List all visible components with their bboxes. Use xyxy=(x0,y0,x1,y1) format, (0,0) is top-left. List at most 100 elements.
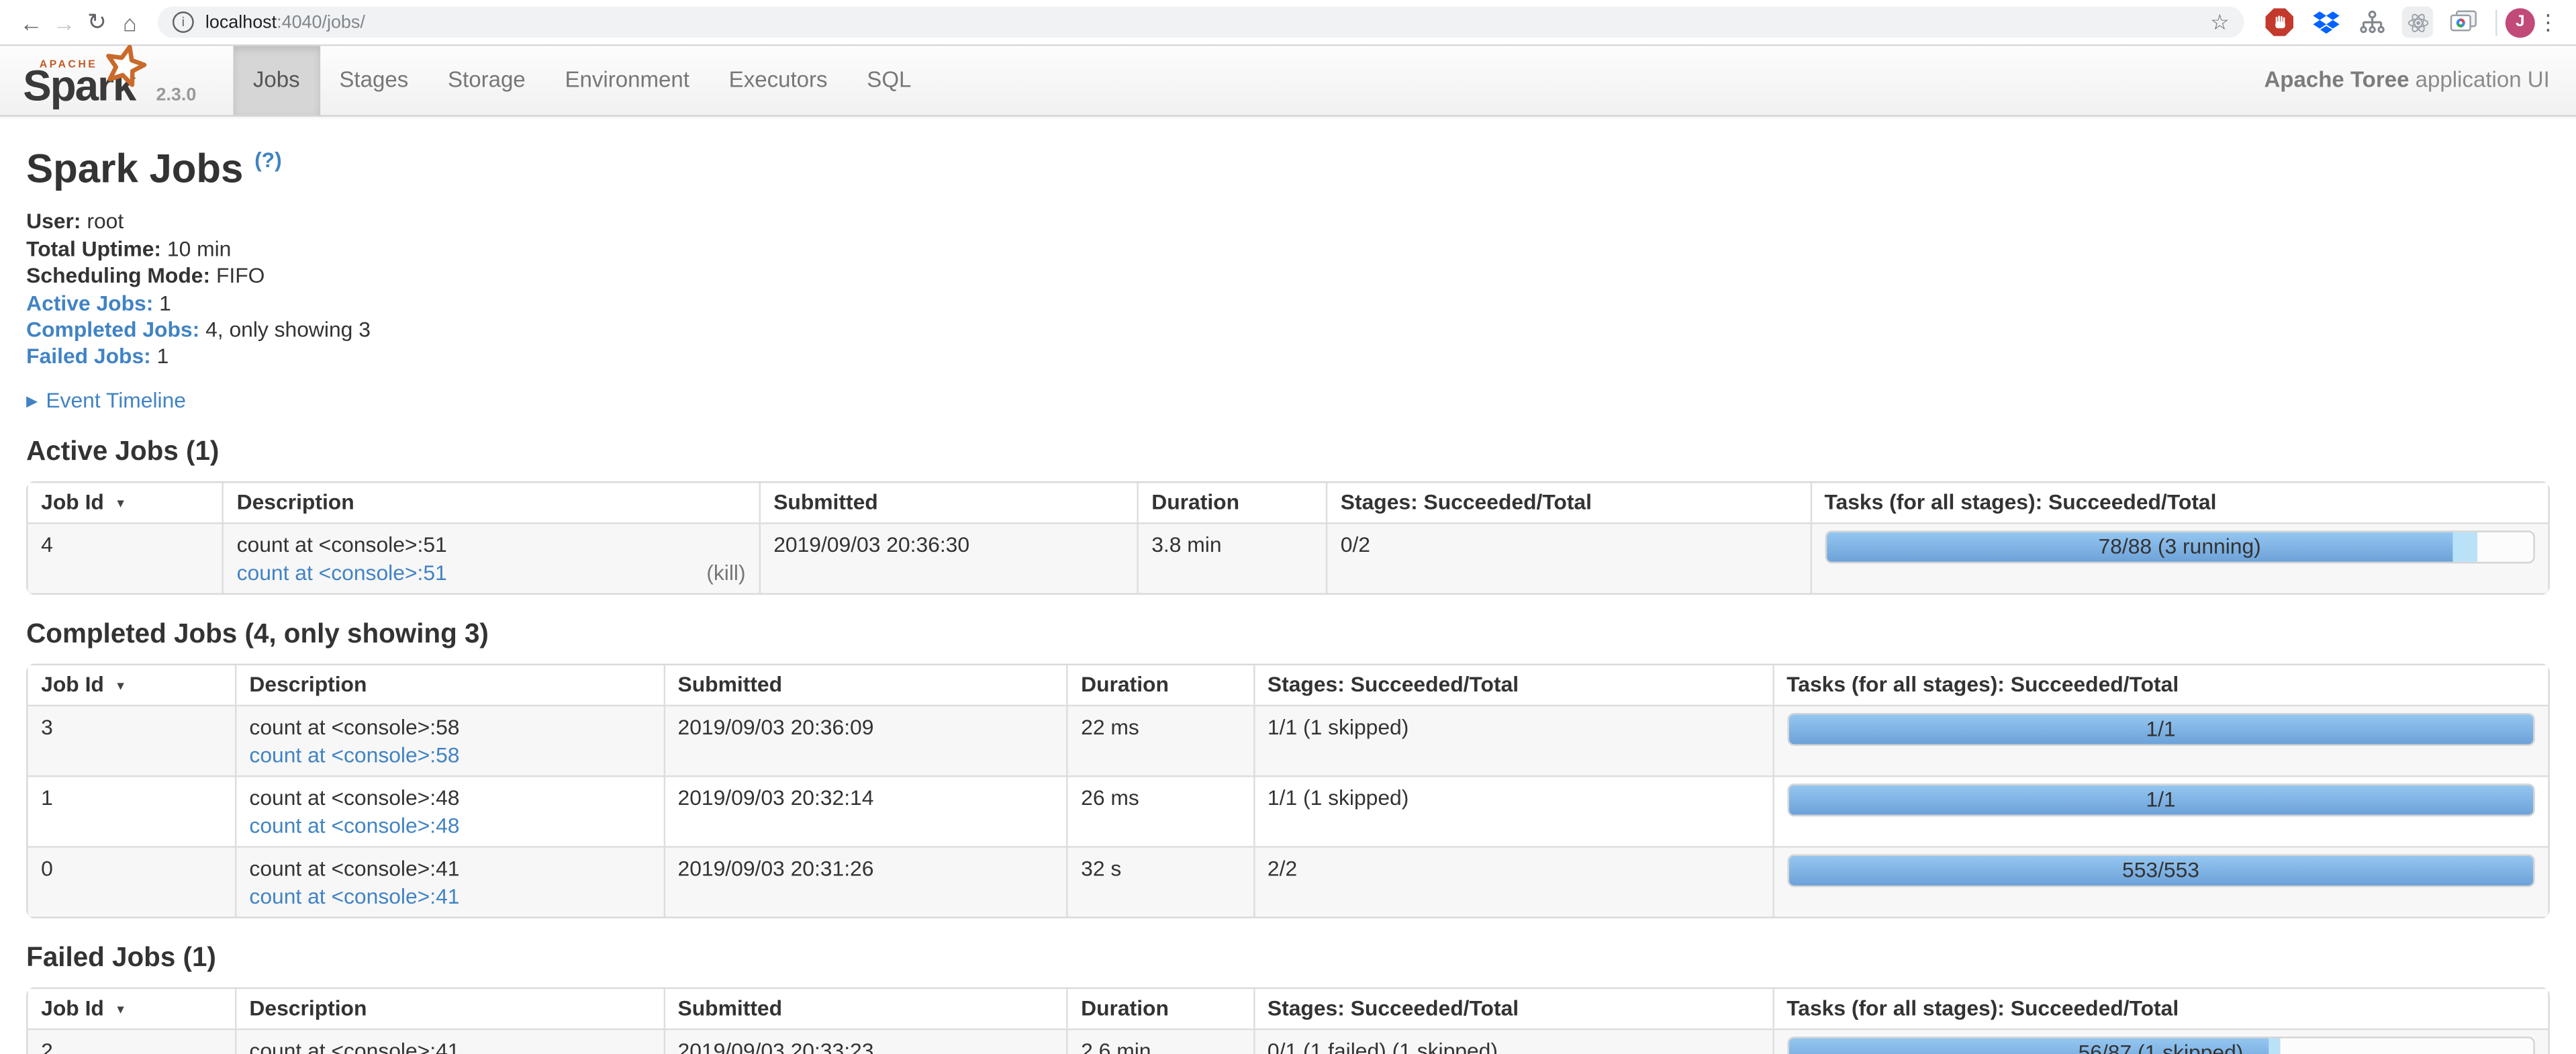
column-header-description[interactable]: Description xyxy=(234,989,663,1028)
active-jobs-link[interactable]: Active Jobs: xyxy=(26,290,153,315)
browser-menu-icon[interactable]: ⋮ xyxy=(2535,9,2561,35)
column-header-tasks[interactable]: Tasks (for all stages): Succeeded/Total xyxy=(1772,989,2548,1028)
cell-submitted: 2019/09/03 20:36:30 xyxy=(759,522,1137,593)
sort-arrow-icon: ▾ xyxy=(117,494,124,510)
tab-jobs-label[interactable]: Jobs xyxy=(233,46,320,115)
page-info-icon[interactable]: i xyxy=(173,11,194,33)
cell-description: count at <console>:51 count at <console>… xyxy=(222,522,759,593)
application-name-label: Apache Toree application UI xyxy=(2264,46,2549,115)
cell-tasks: 56/87 (1 skipped) xyxy=(1772,1028,2548,1054)
table-row: 0 count at <console>:41 count at <consol… xyxy=(28,846,2548,916)
cell-job-id: 3 xyxy=(28,704,235,775)
cell-submitted: 2019/09/03 20:33:23 xyxy=(663,1028,1067,1054)
column-header-tasks[interactable]: Tasks (for all stages): Succeeded/Total xyxy=(1809,483,2548,522)
table-header-row: Job Id▾ Description Submitted Duration S… xyxy=(28,665,2548,705)
tab-storage-label[interactable]: Storage xyxy=(428,46,545,115)
tab-stages[interactable]: Stages xyxy=(320,46,428,115)
tab-sql-label[interactable]: SQL xyxy=(847,46,931,115)
spark-logo[interactable]: APACHE Spark 2.3.0 xyxy=(0,46,233,115)
summary-uptime: Total Uptime: 10 min xyxy=(26,236,2550,263)
sort-arrow-icon: ▾ xyxy=(117,677,124,693)
column-header-duration[interactable]: Duration xyxy=(1066,665,1253,705)
cell-duration: 22 ms xyxy=(1066,704,1253,775)
failed-jobs-link[interactable]: Failed Jobs: xyxy=(26,344,151,369)
toolbar-separator xyxy=(2495,9,2497,35)
bookmark-star-icon[interactable]: ☆ xyxy=(2210,9,2230,35)
tab-executors[interactable]: Executors xyxy=(709,46,847,115)
summary-active-value: 1 xyxy=(153,290,171,315)
cell-stages: 1/1 (1 skipped) xyxy=(1253,704,1772,775)
spark-star-icon xyxy=(96,38,152,101)
description-link[interactable]: count at <console>:58 xyxy=(249,742,459,767)
progress-label: 1/1 xyxy=(1788,714,2534,742)
task-progress-bar: 1/1 xyxy=(1786,783,2535,816)
browser-home-icon[interactable]: ⌂ xyxy=(113,9,146,35)
browser-profile-avatar[interactable]: J xyxy=(2506,7,2535,37)
column-header-description[interactable]: Description xyxy=(222,483,759,522)
column-header-duration[interactable]: Duration xyxy=(1137,483,1326,522)
column-header-job-id[interactable]: Job Id▾ xyxy=(28,665,235,705)
dropbox-extension-icon[interactable] xyxy=(2310,7,2341,38)
column-header-stages[interactable]: Stages: Succeeded/Total xyxy=(1253,989,1772,1028)
column-header-submitted[interactable]: Submitted xyxy=(663,665,1067,705)
job-summary-list: User: root Total Uptime: 10 min Scheduli… xyxy=(26,209,2550,371)
tab-environment-label[interactable]: Environment xyxy=(545,46,709,115)
event-timeline-label: Event Timeline xyxy=(46,387,186,412)
summary-user-label: User: xyxy=(26,209,81,234)
page-title-text: Spark Jobs xyxy=(26,148,243,192)
table-header-row: Job Id▾ Description Submitted Duration S… xyxy=(28,989,2548,1028)
cell-duration: 32 s xyxy=(1066,846,1253,916)
column-header-stages[interactable]: Stages: Succeeded/Total xyxy=(1326,483,1810,522)
tab-executors-label[interactable]: Executors xyxy=(709,46,847,115)
column-header-stages[interactable]: Stages: Succeeded/Total xyxy=(1253,665,1772,705)
help-link[interactable]: (?) xyxy=(254,148,282,173)
description-link[interactable]: count at <console>:41 xyxy=(249,883,459,908)
table-header-row: Job Id▾ Description Submitted Duration S… xyxy=(28,483,2548,522)
column-header-job-id[interactable]: Job Id▾ xyxy=(28,483,222,522)
tab-sql[interactable]: SQL xyxy=(847,46,931,115)
table-row: 1 count at <console>:48 count at <consol… xyxy=(28,775,2548,846)
task-progress-bar: 1/1 xyxy=(1786,713,2535,746)
column-header-duration[interactable]: Duration xyxy=(1066,989,1253,1028)
cell-job-id: 0 xyxy=(28,846,235,916)
failed-jobs-heading: Failed Jobs (1) xyxy=(26,943,2550,973)
cell-duration: 3.8 min xyxy=(1137,522,1326,593)
application-name-rest: application UI xyxy=(2409,67,2549,92)
summary-failed-value: 1 xyxy=(151,344,169,369)
description-link[interactable]: count at <console>:51 xyxy=(237,560,447,585)
address-bar[interactable]: i localhost:4040/jobs/ ☆ xyxy=(158,7,2244,38)
screen-capture-extension-icon[interactable] xyxy=(2448,7,2479,38)
completed-jobs-heading: Completed Jobs (4, only showing 3) xyxy=(26,619,2550,650)
task-progress-bar: 553/553 xyxy=(1786,854,2535,887)
column-header-submitted[interactable]: Submitted xyxy=(663,989,1067,1028)
column-header-submitted[interactable]: Submitted xyxy=(759,483,1137,522)
column-header-description[interactable]: Description xyxy=(234,665,663,705)
browser-back-icon[interactable]: ← xyxy=(15,9,48,35)
column-header-tasks[interactable]: Tasks (for all stages): Succeeded/Total xyxy=(1772,665,2548,705)
cell-description: count at <console>:41 count at <console>… xyxy=(234,846,663,916)
summary-active-jobs: Active Jobs: 1 xyxy=(26,290,2550,317)
page-content: Spark Jobs (?) User: root Total Uptime: … xyxy=(0,146,2576,1054)
tab-environment[interactable]: Environment xyxy=(545,46,709,115)
description-link[interactable]: count at <console>:48 xyxy=(249,813,459,838)
sitemap-extension-icon[interactable] xyxy=(2356,7,2387,38)
active-jobs-heading: Active Jobs (1) xyxy=(26,437,2550,468)
tab-storage[interactable]: Storage xyxy=(428,46,545,115)
cell-stages: 1/1 (1 skipped) xyxy=(1253,775,1772,846)
tab-stages-label[interactable]: Stages xyxy=(320,46,428,115)
cell-job-id: 2 xyxy=(28,1028,235,1054)
summary-user-value: root xyxy=(81,209,124,234)
screenshot-viewport: ← → ↻ ⌂ i localhost:4040/jobs/ ☆ xyxy=(0,0,2576,1054)
browser-forward-icon[interactable]: → xyxy=(48,9,81,35)
application-name-bold: Apache Toree xyxy=(2264,67,2409,92)
cell-job-id: 4 xyxy=(28,522,222,593)
column-header-job-id[interactable]: Job Id▾ xyxy=(28,989,235,1028)
react-devtools-extension-icon[interactable] xyxy=(2402,7,2433,38)
tab-jobs[interactable]: Jobs xyxy=(233,46,320,115)
kill-link[interactable]: (kill) xyxy=(706,559,745,587)
event-timeline-toggle[interactable]: ▶Event Timeline xyxy=(26,387,2550,412)
completed-jobs-link[interactable]: Completed Jobs: xyxy=(26,317,199,342)
browser-reload-icon[interactable]: ↻ xyxy=(81,8,113,36)
summary-scheduling-label: Scheduling Mode: xyxy=(26,263,210,288)
adblock-extension-icon[interactable] xyxy=(2264,7,2295,38)
